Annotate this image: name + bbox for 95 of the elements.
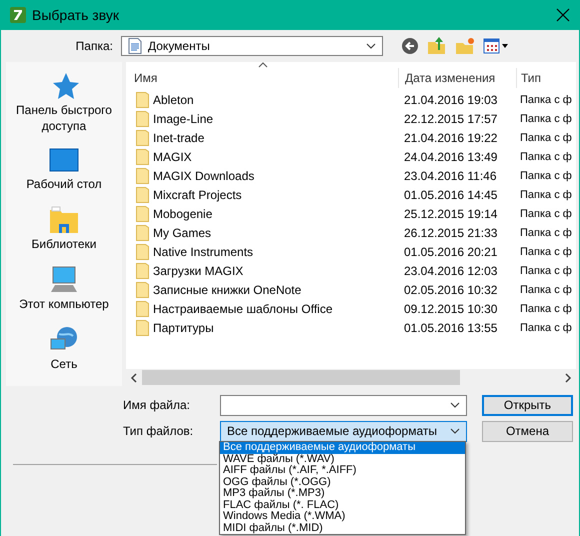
- date-cell-text: 22.12.2015 17:57: [403, 112, 498, 126]
- chevron-down-icon: [450, 402, 460, 408]
- chevron-down-icon: [450, 428, 460, 434]
- file-type-option[interactable]: Windows Media (*.WMA): [220, 511, 465, 522]
- date-cell-text: 25.12.2015 19:14: [403, 206, 498, 220]
- scrollbar-thumb[interactable]: [142, 370, 460, 385]
- type-cell-text: Папка с ф: [519, 132, 573, 144]
- file-name[interactable]: Mixcraft Projects: [153, 188, 242, 202]
- file-name-field[interactable]: [220, 394, 467, 416]
- view-menu-icon[interactable]: [483, 38, 509, 54]
- cancel-button[interactable]: Отмена: [482, 420, 573, 442]
- file-name[interactable]: Загрузки MAGIX: [153, 264, 244, 278]
- file-name[interactable]: Настраиваемые шаблоны Office: [153, 302, 333, 316]
- folder-icon: [136, 186, 149, 202]
- file-type-option[interactable]: MP3 файлы (*.MP3): [220, 488, 465, 500]
- file-type-option[interactable]: FLAC файлы (*. FLAC): [220, 500, 465, 511]
- folder-dropdown[interactable]: Документы: [121, 36, 383, 56]
- date-cell-text: 01.05.2016 20:21: [403, 244, 498, 258]
- file-name-label: Имя файла:: [123, 398, 191, 412]
- file-type-option[interactable]: AIFF файлы (*.AIF, *.AIFF): [220, 465, 465, 476]
- folder-icon: [136, 224, 149, 240]
- new-folder-icon[interactable]: [455, 37, 475, 55]
- date-cell-text: 26.12.2015 21:33: [403, 226, 498, 240]
- folder-icon: [136, 168, 149, 184]
- sort-up-icon: [258, 62, 268, 68]
- date-cell-text: 09.12.2015 10:30: [403, 302, 498, 316]
- file-name[interactable]: My Games: [153, 226, 212, 240]
- folder-icon: [136, 244, 149, 260]
- type-cell-text: Папка с ф: [519, 208, 573, 220]
- scroll-left-icon[interactable]: [130, 372, 138, 382]
- folder-icon: [136, 320, 149, 336]
- app-icon: [10, 7, 26, 23]
- folder-icon: [136, 282, 149, 298]
- column-header[interactable]: Дата изменения: [398, 68, 516, 88]
- file-type-option[interactable]: OGG файлы (*.OGG): [220, 476, 465, 488]
- chevron-down-icon: [366, 43, 376, 49]
- place-item[interactable]: Рабочий стол: [6, 148, 122, 192]
- date-cell-text: 01.05.2016 13:55: [403, 320, 498, 334]
- folder-icon: [136, 110, 149, 126]
- type-cell-text: Папка с ф: [519, 264, 573, 276]
- file-name[interactable]: Inet-trade: [153, 130, 204, 144]
- date-cell-text: 21.04.2016 19:22: [403, 130, 498, 144]
- file-name[interactable]: Записные книжки OneNote: [153, 282, 302, 296]
- type-cell-text: Папка с ф: [519, 188, 573, 200]
- close-icon[interactable]: [556, 8, 570, 22]
- scroll-right-icon[interactable]: [564, 372, 572, 382]
- open-button[interactable]: Открыть: [482, 394, 573, 416]
- column-header[interactable]: Имя: [126, 68, 398, 88]
- document-icon: [128, 38, 142, 54]
- place-item[interactable]: Этот компьютер: [6, 266, 122, 312]
- file-name[interactable]: Ableton: [153, 92, 194, 106]
- file-name[interactable]: MAGIX Downloads: [153, 168, 254, 182]
- file-name[interactable]: Image-Line: [153, 112, 214, 126]
- file-type-option[interactable]: WAVE файлы (*.WAV): [220, 454, 465, 465]
- horizontal-scrollbar[interactable]: [126, 369, 576, 386]
- folder-icon: [136, 92, 149, 108]
- type-cell-text: Папка с ф: [519, 94, 573, 106]
- date-cell-text: 21.04.2016 19:03: [403, 92, 498, 106]
- file-type-option[interactable]: Все поддерживаемые аудиоформаты: [220, 442, 465, 454]
- date-cell-text: 24.04.2016 13:49: [403, 150, 498, 164]
- file-type-option[interactable]: MIDI файлы (*.MID): [220, 522, 465, 534]
- type-cell-text: Папка с ф: [519, 246, 573, 258]
- type-cell-text: Папка с ф: [519, 322, 573, 334]
- file-name[interactable]: Mobogenie: [153, 206, 212, 220]
- date-cell-text: 02.05.2016 10:32: [403, 282, 498, 296]
- monitor-icon: [49, 148, 79, 174]
- folder-label: Папка:: [74, 39, 114, 53]
- place-item[interactable]: Сеть: [6, 326, 122, 372]
- window-title: Выбрать звук: [32, 7, 119, 23]
- type-cell-text: Папка с ф: [519, 226, 573, 238]
- computer-icon: [49, 266, 79, 294]
- type-cell-text: Папка с ф: [519, 112, 573, 124]
- date-cell-text: 23.04.2016 12:03: [403, 264, 498, 278]
- file-type-dropdown[interactable]: Все поддерживаемые аудиоформаты: [220, 420, 467, 442]
- type-cell-text: Папка с ф: [519, 150, 573, 162]
- library-folder-icon: [49, 206, 79, 234]
- type-cell-text: Папка с ф: [519, 302, 573, 314]
- place-item[interactable]: Панель быстрого доступа: [6, 72, 122, 134]
- type-cell-text: Папка с ф: [519, 170, 573, 182]
- type-cell-text: Папка с ф: [519, 284, 573, 296]
- file-name[interactable]: Партитуры: [153, 320, 214, 334]
- place-item[interactable]: Библиотеки: [6, 206, 122, 252]
- file-type-label: Тип файлов:: [123, 424, 194, 438]
- folder-icon: [136, 130, 149, 146]
- date-cell-text: 01.05.2016 14:45: [403, 188, 498, 202]
- folder-icon: [136, 206, 149, 222]
- folder-icon: [136, 148, 149, 164]
- folder-icon: [136, 300, 149, 316]
- column-header[interactable]: Тип: [516, 68, 576, 88]
- folder-up-icon[interactable]: [427, 36, 447, 56]
- file-name[interactable]: MAGIX: [153, 150, 192, 164]
- folder-icon: [136, 262, 149, 278]
- date-cell-text: 23.04.2016 11:46: [403, 168, 498, 182]
- back-icon[interactable]: [401, 37, 419, 55]
- file-name[interactable]: Native Instruments: [153, 244, 254, 258]
